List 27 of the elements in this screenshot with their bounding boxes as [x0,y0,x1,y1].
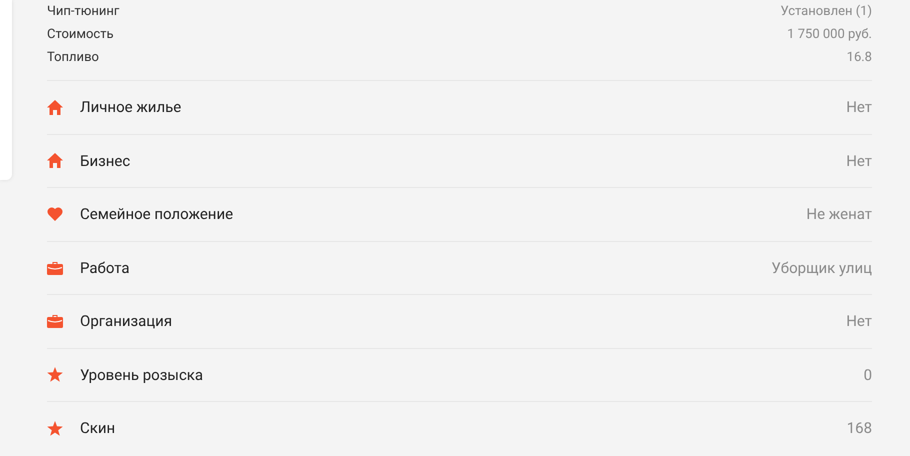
property-label: Уровень розыска [80,364,204,386]
property-label: Семейное положение [80,204,234,225]
property-label: Бизнес [80,150,130,172]
detail-value: 1 750 000 руб. [787,26,872,44]
property-value: 168 [846,418,872,439]
property-value: Нет [846,97,872,118]
house-icon [47,100,63,115]
detail-label: Стоимость [47,26,114,44]
heart-icon [47,207,63,222]
detail-label: Чип-тюнинг [47,2,120,21]
property-label: Скин [80,418,116,439]
property-label: Организация [80,311,172,332]
star-icon [47,420,63,436]
property-label: Работа [80,258,130,278]
star-icon [47,367,63,382]
property-value: 0 [864,364,872,386]
detail-value: 16.8 [846,48,872,67]
briefcase-icon [47,314,63,328]
detail-label: Топливо [47,48,99,67]
property-value: Не женат [806,204,872,225]
property-value: Уборщик улиц [771,258,872,278]
briefcase-icon [47,260,63,275]
property-value: Нет [846,311,872,332]
detail-value: Установлен (1) [780,2,872,21]
property-value: Нет [846,150,872,172]
house-icon [47,153,63,168]
property-label: Личное жилье [80,97,182,118]
